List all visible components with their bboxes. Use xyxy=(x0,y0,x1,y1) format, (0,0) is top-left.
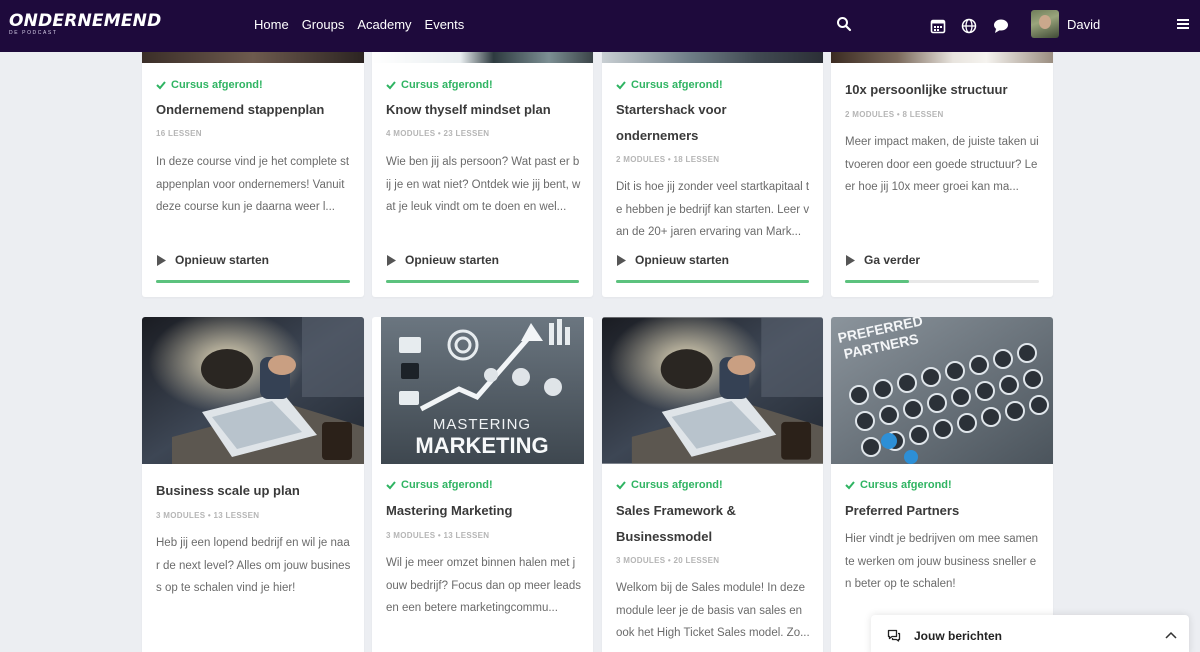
course-card[interactable]: PREFERRED PARTNERS Cursus afgerond! Pref… xyxy=(831,317,1053,652)
action-label: Opnieuw starten xyxy=(405,253,500,267)
course-thumbnail-business-meeting xyxy=(602,317,823,464)
badge-label: Cursus afgerond! xyxy=(401,479,493,491)
progress-bar xyxy=(156,280,350,283)
messages-icon xyxy=(887,629,901,642)
check-icon xyxy=(616,81,626,90)
play-icon xyxy=(157,254,166,266)
business-meeting-image xyxy=(142,317,364,464)
course-thumbnail-marketing: MASTERING MARKETING xyxy=(381,317,584,464)
chevron-up-icon[interactable] xyxy=(1165,631,1177,639)
calendar-icon[interactable] xyxy=(930,18,946,34)
completed-badge: Cursus afgerond! xyxy=(845,479,952,491)
course-title[interactable]: Ondernemend stappenplan xyxy=(156,97,352,123)
course-card[interactable]: Business scale up plan 3 MODULES • 13 LE… xyxy=(142,317,364,652)
course-title[interactable]: Sales Framework & Businessmodel xyxy=(616,498,811,550)
action-label: Ga verder xyxy=(864,253,921,267)
course-thumbnail-partners: PREFERRED PARTNERS xyxy=(831,317,1053,464)
course-meta: 16 LESSEN xyxy=(156,129,202,138)
nav-events[interactable]: Events xyxy=(425,17,465,32)
avatar[interactable] xyxy=(1031,10,1059,38)
course-description: Hier vindt je bedrijven om mee samen te … xyxy=(845,533,1039,590)
course-card[interactable]: Cursus afgerond! Know thyself mindset pl… xyxy=(372,44,593,297)
nav-academy[interactable]: Academy xyxy=(357,17,411,32)
course-description: Heb jij een lopend bedrijf en wil je naa… xyxy=(156,537,351,594)
course-card[interactable]: Cursus afgerond! Ondernemend stappenplan… xyxy=(142,44,364,297)
business-meeting-image xyxy=(602,317,823,464)
badge-label: Cursus afgerond! xyxy=(860,479,952,491)
course-title[interactable]: Know thyself mindset plan xyxy=(386,97,581,123)
progress-fill xyxy=(156,280,350,283)
course-meta: 3 MODULES • 13 LESSEN xyxy=(156,511,260,520)
user-name[interactable]: David xyxy=(1067,17,1100,32)
globe-icon[interactable] xyxy=(961,18,977,34)
progress-fill xyxy=(386,280,579,283)
course-description: Welkom bij de Sales module! In deze modu… xyxy=(616,582,810,639)
course-card[interactable]: Cursus afgerond! Startershack voor onder… xyxy=(602,44,823,297)
course-description: Wie ben jij als persoon? Wat past er bij… xyxy=(386,156,581,213)
course-description: In deze course vind je het complete stap… xyxy=(156,156,350,213)
badge-label: Cursus afgerond! xyxy=(631,479,723,491)
logo-text: ONDERNEMEND xyxy=(9,11,162,31)
badge-label: Cursus afgerond! xyxy=(171,79,263,91)
completed-badge: Cursus afgerond! xyxy=(156,79,263,91)
mastering-marketing-image: MASTERING MARKETING xyxy=(381,317,584,464)
chat-icon[interactable] xyxy=(993,18,1009,34)
check-icon xyxy=(156,81,166,90)
course-title[interactable]: Startershack voor ondernemers xyxy=(616,97,811,149)
menu-icon[interactable] xyxy=(1177,18,1189,30)
top-navigation-bar: ONDERNEMEND DE PODCAST Home Groups Acade… xyxy=(0,0,1200,52)
image-text-mastering: MASTERING xyxy=(433,416,531,433)
progress-bar xyxy=(845,280,1039,283)
main-nav: Home Groups Academy Events xyxy=(254,17,464,32)
completed-badge: Cursus afgerond! xyxy=(616,79,723,91)
course-card[interactable]: 10x persoonlijke structuur 2 MODULES • 8… xyxy=(831,44,1053,297)
course-meta: 4 MODULES • 23 LESSEN xyxy=(386,129,490,138)
restart-course-button[interactable]: Opnieuw starten xyxy=(156,253,269,267)
progress-fill xyxy=(616,280,809,283)
progress-fill xyxy=(845,280,910,283)
continue-course-button[interactable]: Ga verder xyxy=(845,253,920,267)
restart-course-button[interactable]: Opnieuw starten xyxy=(386,253,499,267)
play-icon xyxy=(387,254,396,266)
course-meta: 2 MODULES • 8 LESSEN xyxy=(845,110,944,119)
completed-badge: Cursus afgerond! xyxy=(386,479,493,491)
course-card[interactable]: Cursus afgerond! Sales Framework & Busin… xyxy=(602,317,823,652)
preferred-partners-image: PREFERRED PARTNERS xyxy=(831,317,1053,464)
course-thumbnail-business-meeting xyxy=(142,317,364,464)
course-description: Dit is hoe jij zonder veel startkapitaal… xyxy=(616,181,810,238)
messages-panel-toggle[interactable]: Jouw berichten xyxy=(871,615,1189,652)
badge-label: Cursus afgerond! xyxy=(401,79,493,91)
completed-badge: Cursus afgerond! xyxy=(616,479,723,491)
play-icon xyxy=(617,254,626,266)
check-icon xyxy=(616,481,626,490)
nav-groups[interactable]: Groups xyxy=(302,17,345,32)
course-description: Meer impact maken, de juiste taken uitvo… xyxy=(845,136,1039,193)
course-title[interactable]: Preferred Partners xyxy=(845,498,1041,524)
play-icon xyxy=(846,254,855,266)
course-meta: 3 MODULES • 13 LESSEN xyxy=(386,531,490,540)
restart-course-button[interactable]: Opnieuw starten xyxy=(616,253,729,267)
course-description: Wil je meer omzet binnen halen met jouw … xyxy=(386,557,581,614)
course-title[interactable]: Business scale up plan xyxy=(156,478,352,504)
progress-bar xyxy=(616,280,809,283)
course-meta: 3 MODULES • 20 LESSEN xyxy=(616,556,720,565)
check-icon xyxy=(386,481,396,490)
check-icon xyxy=(386,81,396,90)
progress-bar xyxy=(386,280,579,283)
messages-label: Jouw berichten xyxy=(914,629,1003,643)
course-title[interactable]: Mastering Marketing xyxy=(386,498,581,524)
completed-badge: Cursus afgerond! xyxy=(386,79,493,91)
image-text-marketing: MARKETING xyxy=(415,433,548,458)
nav-home[interactable]: Home xyxy=(254,17,289,32)
course-card[interactable]: MASTERING MARKETING Cursus afgerond! Mas… xyxy=(372,317,593,652)
course-meta: 2 MODULES • 18 LESSEN xyxy=(616,155,720,164)
search-icon[interactable] xyxy=(836,16,852,32)
site-logo[interactable]: ONDERNEMEND DE PODCAST xyxy=(9,12,161,36)
check-icon xyxy=(845,481,855,490)
action-label: Opnieuw starten xyxy=(175,253,270,267)
course-title[interactable]: 10x persoonlijke structuur xyxy=(845,77,1041,103)
action-label: Opnieuw starten xyxy=(635,253,730,267)
badge-label: Cursus afgerond! xyxy=(631,79,723,91)
